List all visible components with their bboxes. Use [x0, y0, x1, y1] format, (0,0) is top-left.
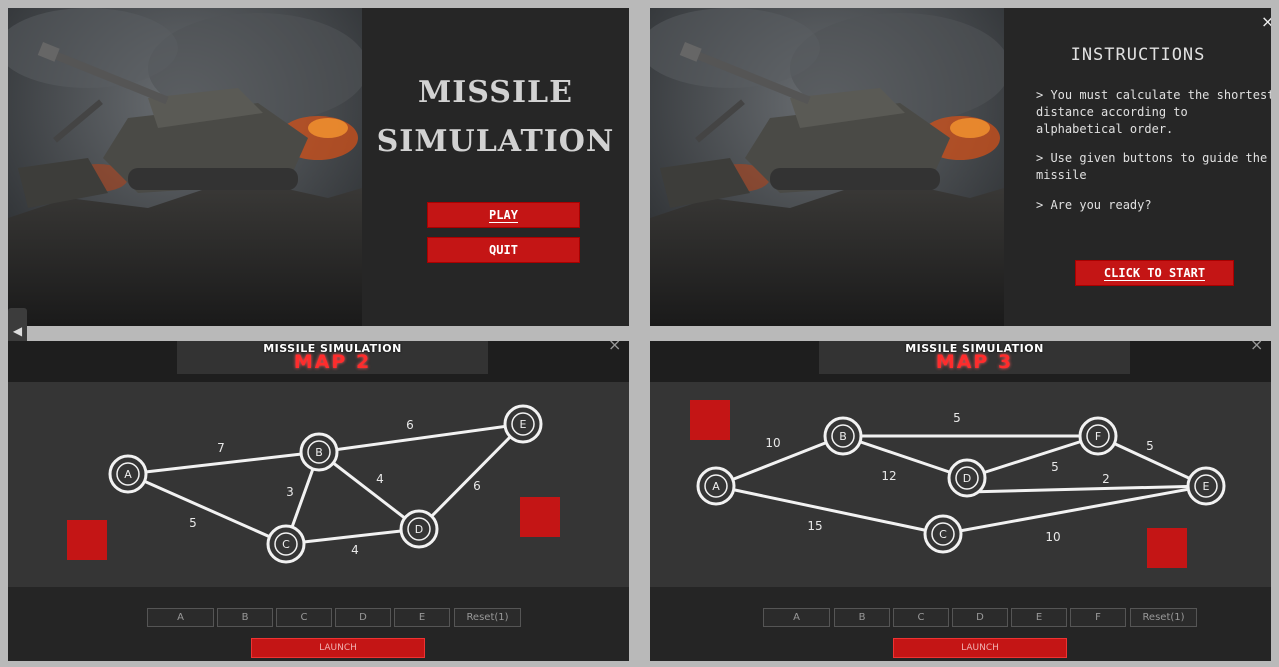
weight-d-f: 5: [1051, 460, 1059, 474]
weight-c-e: 10: [1045, 530, 1060, 544]
click-to-start-label: CLICK TO START: [1103, 266, 1206, 281]
node-e: E: [503, 404, 543, 444]
weight-d-e: 2: [1102, 472, 1110, 486]
route-button-d[interactable]: D: [335, 608, 391, 627]
start-screen: MISSILE SIMULATION PLAY QUIT: [8, 8, 629, 326]
node-d: D: [947, 458, 987, 498]
close-icon[interactable]: ×: [608, 341, 621, 354]
node-d-label: D: [415, 523, 423, 536]
map3-header-map: MAP 3: [935, 351, 1014, 373]
close-icon[interactable]: ×: [1250, 341, 1263, 354]
map2-header: MISSILE SIMULATION MAP 2: [177, 341, 488, 374]
target-marker: [1147, 528, 1187, 568]
node-f-label: F: [1095, 430, 1101, 443]
instruction-line-3: > Are you ready?: [1036, 198, 1152, 212]
weight-a-b: 7: [217, 441, 225, 455]
edge-c-d: [285, 527, 420, 546]
launch-button[interactable]: LAUNCH: [893, 638, 1067, 658]
node-a-label: A: [124, 468, 132, 481]
route-button-e[interactable]: E: [394, 608, 450, 627]
map2-graph-area: 7 5 3 4 6 4 6 A B C D E: [8, 382, 629, 587]
node-d: D: [399, 509, 439, 549]
map2-screen: MISSILE SIMULATION MAP 2 × 7 5 3 4 6 4 6: [8, 341, 629, 661]
instructions-screen: INSTRUCTIONS > You must calculate the sh…: [650, 8, 1271, 326]
edge-d-f: [966, 434, 1099, 480]
weight-d-e: 6: [473, 479, 481, 493]
instruction-line-1: > You must calculate the shortest distan…: [1036, 88, 1271, 136]
node-a-label: A: [712, 480, 720, 493]
route-button-d[interactable]: D: [952, 608, 1008, 627]
route-button-c[interactable]: C: [893, 608, 949, 627]
route-button-a[interactable]: A: [763, 608, 830, 627]
edge-b-e: [318, 422, 524, 454]
map2-controls: A B C D E Reset(1) LAUNCH: [8, 587, 629, 661]
map2-header-map: MAP 2: [293, 351, 372, 373]
close-icon[interactable]: ×: [1261, 12, 1271, 31]
node-e-label: E: [520, 418, 527, 431]
target-marker: [520, 497, 560, 537]
edge-a-c: [715, 484, 944, 536]
weight-c-d: 4: [351, 543, 359, 557]
weight-a-c: 15: [807, 519, 822, 533]
edge-b-d: [842, 434, 968, 480]
node-d-label: D: [963, 472, 971, 485]
map3-controls: A B C D E F Reset(1) LAUNCH: [650, 587, 1271, 661]
weight-b-e: 6: [406, 418, 414, 432]
node-b-label: B: [315, 446, 323, 459]
click-to-start-button[interactable]: CLICK TO START: [1075, 260, 1234, 286]
edge-d-e: [417, 422, 525, 531]
map3-graph-area: 10 15 5 12 5 2 5 10 A B C D E F: [650, 382, 1271, 587]
game-title-line1: MISSILE: [418, 75, 573, 110]
play-label: PLAY: [489, 208, 518, 223]
node-c-label: C: [939, 528, 947, 541]
weight-b-f: 5: [953, 411, 961, 425]
node-b: B: [299, 432, 339, 472]
node-c: C: [266, 524, 306, 564]
weight-a-b: 10: [765, 436, 780, 450]
weight-b-d: 12: [881, 469, 896, 483]
tank-artwork: [650, 8, 1004, 326]
instruction-line-2: > Use given buttons to guide the missile: [1036, 151, 1268, 182]
instructions-heading: INSTRUCTIONS: [1070, 45, 1206, 65]
node-b: B: [823, 416, 863, 456]
edge-c-e: [942, 484, 1207, 536]
route-button-b[interactable]: B: [834, 608, 890, 627]
launch-button[interactable]: LAUNCH: [251, 638, 425, 658]
node-e: E: [1186, 466, 1226, 506]
start-menu: MISSILE SIMULATION PLAY QUIT: [362, 8, 629, 326]
edge-a-b: [127, 450, 320, 476]
node-f: F: [1078, 416, 1118, 456]
instructions-panel: INSTRUCTIONS > You must calculate the sh…: [1004, 8, 1271, 326]
route-button-e[interactable]: E: [1011, 608, 1067, 627]
map3-screen: MISSILE SIMULATION MAP 3 × 10 15 5 12 5 …: [650, 341, 1271, 661]
route-button-f[interactable]: F: [1070, 608, 1126, 627]
edge-a-c: [127, 472, 287, 546]
route-button-c[interactable]: C: [276, 608, 332, 627]
play-button[interactable]: PLAY: [427, 202, 580, 228]
node-c: C: [923, 514, 963, 554]
missile-launcher-marker: [67, 520, 107, 560]
node-b-label: B: [839, 430, 847, 443]
node-c-label: C: [282, 538, 290, 551]
tank-artwork: [8, 8, 362, 326]
route-button-b[interactable]: B: [217, 608, 273, 627]
weight-f-e: 5: [1146, 439, 1154, 453]
reset-button[interactable]: Reset(1): [454, 608, 521, 627]
route-button-a[interactable]: A: [147, 608, 214, 627]
node-a: A: [108, 454, 148, 494]
map3-header: MISSILE SIMULATION MAP 3: [819, 341, 1130, 374]
weight-b-c: 3: [286, 485, 294, 499]
reset-button[interactable]: Reset(1): [1130, 608, 1197, 627]
quit-button[interactable]: QUIT: [427, 237, 580, 263]
missile-launcher-marker: [690, 400, 730, 440]
weight-b-d: 4: [376, 472, 384, 486]
node-a: A: [696, 466, 736, 506]
node-e-label: E: [1203, 480, 1210, 493]
weight-a-c: 5: [189, 516, 197, 530]
game-title-line2: SIMULATION: [376, 124, 615, 159]
